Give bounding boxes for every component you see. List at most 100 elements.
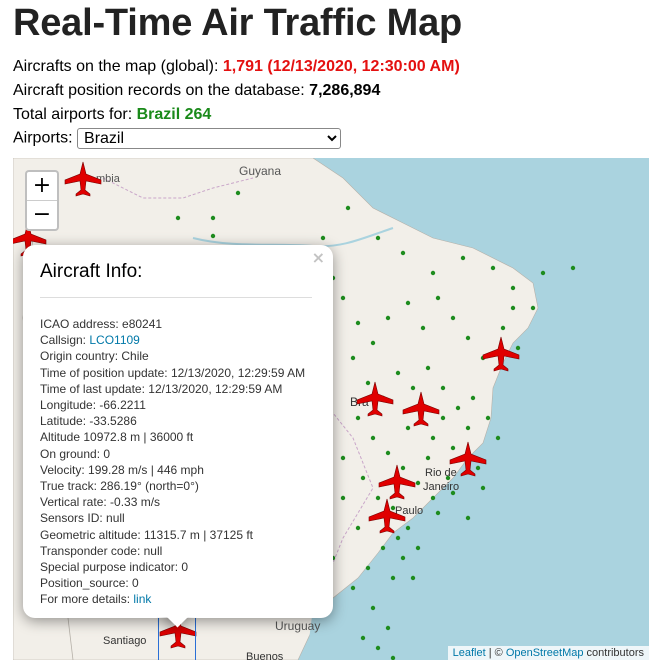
airport-dot[interactable]: [340, 295, 346, 301]
records-value: 7,286,894: [309, 82, 381, 99]
popup-close-button[interactable]: ×: [312, 248, 325, 267]
airport-dot[interactable]: [430, 495, 436, 501]
airport-dot[interactable]: [385, 315, 391, 321]
airport-dot[interactable]: [430, 270, 436, 276]
airport-dot[interactable]: [410, 385, 416, 391]
details-link[interactable]: link: [133, 592, 151, 606]
airport-dot[interactable]: [415, 480, 421, 486]
airport-dot[interactable]: [370, 605, 376, 611]
airport-dot[interactable]: [360, 475, 366, 481]
airport-dot[interactable]: [395, 535, 401, 541]
airport-dot[interactable]: [375, 495, 381, 501]
airport-dot[interactable]: [405, 525, 411, 531]
airport-dot[interactable]: [415, 545, 421, 551]
airport-dot[interactable]: [450, 315, 456, 321]
airport-dot[interactable]: [400, 250, 406, 256]
airport-dot[interactable]: [485, 415, 491, 421]
airport-dot[interactable]: [515, 345, 521, 351]
airport-dot[interactable]: [475, 465, 481, 471]
airport-dot[interactable]: [340, 495, 346, 501]
airport-dot[interactable]: [510, 285, 516, 291]
airport-dot[interactable]: [360, 635, 366, 641]
airport-dot[interactable]: [385, 625, 391, 631]
popup-divider: [40, 297, 312, 298]
airport-dot[interactable]: [425, 455, 431, 461]
airport-dot[interactable]: [510, 305, 516, 311]
airport-dot[interactable]: [445, 475, 451, 481]
zoom-out-button[interactable]: −: [27, 200, 57, 229]
airport-dot[interactable]: [490, 265, 496, 271]
airport-dot[interactable]: [350, 585, 356, 591]
airport-dot[interactable]: [420, 325, 426, 331]
airport-dot[interactable]: [375, 235, 381, 241]
zoom-in-button[interactable]: +: [27, 172, 57, 200]
airport-dot[interactable]: [460, 255, 466, 261]
airport-dot[interactable]: [365, 565, 371, 571]
airport-dot[interactable]: [370, 340, 376, 346]
leaflet-link[interactable]: Leaflet: [453, 647, 486, 659]
airport-dot[interactable]: [450, 445, 456, 451]
callsign-link[interactable]: LCO1109: [89, 333, 139, 347]
airport-dot[interactable]: [320, 235, 326, 241]
airport-dot[interactable]: [405, 300, 411, 306]
airport-dot[interactable]: [480, 485, 486, 491]
airport-dot[interactable]: [570, 265, 576, 271]
airport-dot[interactable]: [530, 305, 536, 311]
airport-dot[interactable]: [470, 395, 476, 401]
airport-dot[interactable]: [465, 335, 471, 341]
airport-dot[interactable]: [345, 205, 351, 211]
info-longitude: Longitude: -66.2211: [40, 398, 146, 413]
airport-dot[interactable]: [370, 435, 376, 441]
airport-dot[interactable]: [440, 415, 446, 421]
airport-dot[interactable]: [400, 465, 406, 471]
airport-dot[interactable]: [235, 190, 241, 196]
airport-dot[interactable]: [540, 270, 546, 276]
airport-dot[interactable]: [390, 655, 396, 660]
airports-select-line: Airports: Brazil: [13, 128, 342, 149]
map-attribution: Leaflet | © OpenStreetMap contributors: [447, 646, 649, 660]
airport-dot[interactable]: [390, 505, 396, 511]
airport-dot[interactable]: [355, 525, 361, 531]
map-label-santiago: Santiago: [103, 635, 146, 647]
airport-dot[interactable]: [340, 455, 346, 461]
airport-dot[interactable]: [455, 405, 461, 411]
airport-dot[interactable]: [385, 450, 391, 456]
info-icao: ICAO address: e80241: [40, 317, 163, 331]
airport-dot[interactable]: [500, 325, 506, 331]
airport-dot[interactable]: [435, 295, 441, 301]
info-velocity: Velocity: 199.28 m/s | 446 mph: [40, 462, 204, 477]
info-geo-altitude: Geometric altitude: 11315.7 m | 37125 ft: [40, 527, 254, 542]
airport-dot[interactable]: [210, 233, 216, 239]
airport-dot[interactable]: [435, 510, 441, 516]
airport-dot[interactable]: [495, 435, 501, 441]
attribution-separator: | ©: [485, 647, 506, 659]
airport-dot[interactable]: [425, 365, 431, 371]
map-label-rio: Rio de: [425, 467, 457, 479]
airport-dot[interactable]: [210, 215, 216, 221]
airport-dot[interactable]: [355, 415, 361, 421]
airport-dot[interactable]: [350, 355, 356, 361]
airport-dot[interactable]: [440, 385, 446, 391]
airport-dot[interactable]: [465, 425, 471, 431]
popup-info: ICAO address: e80241 Callsign: LCO1109 O…: [40, 316, 305, 608]
airport-dot[interactable]: [450, 490, 456, 496]
info-position-source: Position_source: 0: [40, 576, 139, 591]
airport-dot[interactable]: [430, 435, 436, 441]
airport-dot[interactable]: [400, 555, 406, 561]
airport-dot[interactable]: [465, 515, 471, 521]
airport-dot[interactable]: [375, 645, 381, 651]
airport-dot[interactable]: [390, 575, 396, 581]
map[interactable]: Guyana mbia Bra Rio de Janeiro Paulo Uru…: [13, 158, 649, 660]
airport-dot[interactable]: [410, 575, 416, 581]
osm-link[interactable]: OpenStreetMap: [506, 647, 584, 659]
airport-dot[interactable]: [365, 380, 371, 386]
airport-dot[interactable]: [175, 215, 181, 221]
info-origin: Origin country: Chile: [40, 349, 149, 364]
aircraft-count-line: Aircrafts on the map (global): 1,791 (12…: [13, 57, 460, 77]
airports-select[interactable]: Brazil: [77, 128, 342, 149]
airport-dot[interactable]: [405, 425, 411, 431]
airport-dot[interactable]: [380, 545, 386, 551]
popup-title: Aircraft Info:: [40, 261, 143, 282]
airport-dot[interactable]: [395, 370, 401, 376]
airport-dot[interactable]: [355, 320, 361, 326]
